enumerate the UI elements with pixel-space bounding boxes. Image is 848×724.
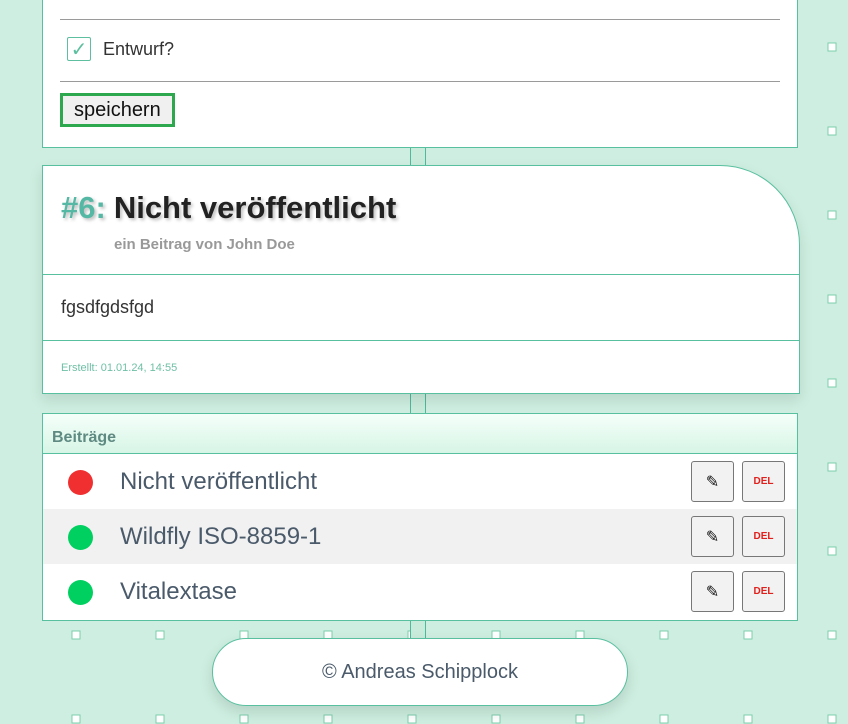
post-number: #6: (61, 190, 106, 225)
connector-line (410, 146, 426, 166)
background-dot (827, 210, 837, 220)
post-link[interactable]: Wildfly ISO-8859-1 (120, 523, 321, 551)
background-dot (323, 714, 333, 724)
edit-button[interactable]: ✎ (691, 516, 734, 557)
draft-checkbox-row[interactable]: ✓ Entwurf? (67, 37, 174, 61)
status-dot-icon (68, 525, 93, 550)
pencil-icon: ✎ (705, 527, 720, 546)
background-dot (827, 42, 837, 52)
footer-copyright: © Andreas Schipplock (322, 660, 518, 683)
divider (43, 274, 799, 275)
posts-list-header: Beiträge (43, 414, 797, 454)
delete-button[interactable]: DEL (742, 516, 785, 557)
posts-list-card: Beiträge Nicht veröffentlicht ✎ DEL Wild… (42, 413, 798, 621)
background-dot (827, 378, 837, 388)
background-dot (827, 294, 837, 304)
background-dot (659, 714, 669, 724)
status-dot-icon (68, 580, 93, 605)
draft-checkbox[interactable]: ✓ (67, 37, 91, 61)
background-dot (71, 630, 81, 640)
list-item: Wildfly ISO-8859-1 ✎ DEL (43, 509, 797, 564)
background-dot (491, 714, 501, 724)
background-dot (239, 714, 249, 724)
delete-button[interactable]: DEL (742, 571, 785, 612)
background-dot (155, 714, 165, 724)
edit-button[interactable]: ✎ (691, 461, 734, 502)
delete-label: DEL (753, 586, 774, 597)
post-link[interactable]: Nicht veröffentlicht (120, 468, 317, 496)
draft-label: Entwurf? (103, 38, 175, 59)
background-dot (827, 546, 837, 556)
footer: © Andreas Schipplock (212, 638, 628, 706)
background-dot (407, 714, 417, 724)
list-item: Vitalextase ✎ DEL (43, 564, 797, 619)
list-item: Nicht veröffentlicht ✎ DEL (43, 454, 797, 509)
post-body: fgsdfgdsfgd (61, 297, 155, 317)
background-dot (71, 714, 81, 724)
status-dot-icon (68, 470, 93, 495)
background-dot (827, 126, 837, 136)
pencil-icon: ✎ (705, 582, 720, 601)
background-dot (743, 630, 753, 640)
background-dot (827, 462, 837, 472)
delete-button[interactable]: DEL (742, 461, 785, 502)
connector-line (410, 393, 426, 414)
delete-label: DEL (753, 531, 774, 542)
background-dot (575, 714, 585, 724)
post-link[interactable]: Vitalextase (120, 578, 237, 606)
background-dot (155, 630, 165, 640)
post-author: ein Beitrag von John Doe (114, 236, 295, 253)
delete-label: DEL (753, 476, 774, 487)
background-dot (659, 630, 669, 640)
edit-button[interactable]: ✎ (691, 571, 734, 612)
divider (60, 19, 780, 20)
background-dot (827, 630, 837, 640)
background-dot (743, 714, 753, 724)
divider (60, 81, 780, 82)
post-created-timestamp: Erstellt: 01.01.24, 14:55 (61, 362, 178, 374)
pencil-icon: ✎ (705, 472, 720, 491)
background-dot (827, 714, 837, 724)
divider (43, 340, 799, 341)
posts-list-title: Beiträge (52, 429, 117, 446)
post-card: #6: Nicht veröffentlicht ein Beitrag von… (42, 165, 800, 394)
post-title: Nicht veröffentlicht (113, 190, 397, 225)
connector-line (410, 620, 426, 639)
save-button[interactable]: speichern (60, 93, 175, 127)
post-heading: #6: Nicht veröffentlicht (61, 190, 396, 226)
edit-form-card: ✓ Entwurf? speichern (42, 0, 798, 148)
